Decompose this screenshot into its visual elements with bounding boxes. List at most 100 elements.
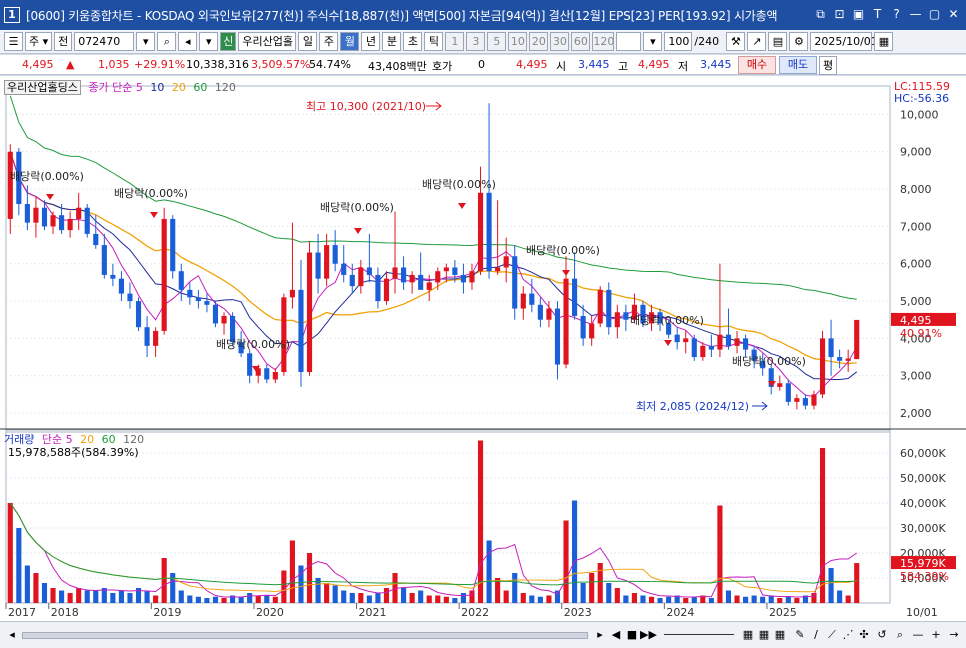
settings-icon[interactable]: ⚙ bbox=[789, 32, 809, 51]
candle-body bbox=[41, 207, 48, 227]
speaker-icon[interactable]: ◂ bbox=[178, 32, 198, 51]
grid2-icon[interactable]: ▦ bbox=[756, 627, 772, 643]
period-day[interactable]: 일 bbox=[298, 32, 318, 51]
period-week[interactable]: 주 bbox=[319, 32, 339, 51]
menu-icon[interactable]: ☰ bbox=[4, 32, 23, 51]
buy-button[interactable]: 매수 bbox=[738, 56, 776, 74]
stock-name[interactable]: 우리산업홀 bbox=[238, 32, 297, 51]
volume-bar bbox=[127, 593, 133, 603]
scroll-end-icon[interactable]: → bbox=[946, 627, 962, 643]
candle-body bbox=[392, 267, 398, 279]
dividend-annotation: 배당락(0.00%) bbox=[630, 314, 704, 327]
search-icon[interactable]: ⌕ bbox=[157, 32, 177, 51]
scroll-right-icon[interactable]: ▸ bbox=[592, 627, 608, 643]
calendar-icon[interactable]: ▦ bbox=[874, 32, 894, 51]
zoom-out-icon[interactable]: — bbox=[910, 627, 926, 643]
grid-icon[interactable]: ▦ bbox=[740, 627, 756, 643]
zoom-icon[interactable]: ⌕ bbox=[892, 627, 908, 643]
price-legend-name[interactable]: 우리산업홀딩스 bbox=[4, 80, 81, 95]
save-icon[interactable]: ▤ bbox=[768, 32, 788, 51]
interval-dropdown-icon[interactable]: ▾ bbox=[643, 32, 663, 51]
volume-bar bbox=[606, 583, 612, 603]
interval-3[interactable]: 3 bbox=[466, 32, 486, 51]
compare-icon[interactable]: ↗ bbox=[747, 32, 767, 51]
grid3-icon[interactable]: ▦ bbox=[772, 627, 788, 643]
play-back-icon[interactable]: ◀ bbox=[608, 627, 624, 643]
volume-bar bbox=[725, 590, 732, 603]
price-tick-label: 5,000 bbox=[900, 295, 932, 308]
maximize-button[interactable]: ▢ bbox=[926, 6, 943, 23]
chart-canvas[interactable]: 10,0009,0008,0007,0006,0005,0004,0003,00… bbox=[0, 76, 966, 621]
interval-30[interactable]: 30 bbox=[550, 32, 570, 51]
volume-bar bbox=[614, 588, 620, 603]
current-volume-axis-label: 15,979K bbox=[900, 557, 946, 570]
sell-button[interactable]: 매도 bbox=[779, 56, 817, 74]
volume-bar bbox=[837, 590, 843, 603]
period-month[interactable]: 월 bbox=[340, 32, 360, 51]
code-dropdown-icon[interactable]: ▾ bbox=[136, 32, 156, 51]
draw-icon[interactable]: ✎ bbox=[792, 627, 808, 643]
count-input[interactable]: 100 bbox=[664, 32, 693, 51]
candle-body bbox=[460, 274, 466, 283]
volume-bar bbox=[477, 440, 484, 603]
avg-button[interactable]: 평 bbox=[819, 56, 837, 75]
line-icon[interactable]: ∕ bbox=[808, 627, 824, 643]
interval-5[interactable]: 5 bbox=[487, 32, 507, 51]
interval-120[interactable]: 120 bbox=[592, 32, 615, 51]
volume-bar bbox=[409, 593, 415, 603]
text-icon[interactable]: T bbox=[869, 6, 886, 23]
fib-icon[interactable]: ⋰ bbox=[840, 627, 856, 643]
period-second[interactable]: 초 bbox=[403, 32, 423, 51]
stop-icon[interactable]: ■ bbox=[624, 627, 640, 643]
close-button[interactable]: ✕ bbox=[945, 6, 962, 23]
candle-body bbox=[76, 207, 82, 219]
candle-body bbox=[477, 192, 484, 272]
trend-icon[interactable]: ⟋ bbox=[824, 627, 840, 643]
candle-body bbox=[802, 398, 808, 406]
speaker-dropdown-icon[interactable]: ▾ bbox=[199, 32, 219, 51]
candle-body bbox=[452, 267, 458, 275]
candle-body bbox=[614, 312, 620, 328]
zoom-in-icon[interactable]: + bbox=[928, 627, 944, 643]
candle-body bbox=[383, 278, 390, 302]
interval-1[interactable]: 1 bbox=[445, 32, 465, 51]
chart-toolbar: ☰ 주 ▾ 전 072470 ▾ ⌕ ◂ ▾ 신 우리산업홀 일 주 월 년 분… bbox=[0, 30, 966, 54]
fast-forward-icon[interactable]: ▶▶ bbox=[640, 627, 657, 643]
scroll-left-icon[interactable]: ◂ bbox=[4, 627, 20, 643]
help-icon[interactable]: ? bbox=[888, 6, 905, 23]
candle-body bbox=[683, 338, 689, 343]
dividend-arrow-icon bbox=[354, 228, 362, 234]
volume-bar bbox=[59, 590, 65, 603]
reset-icon[interactable]: ↺ bbox=[874, 627, 890, 643]
volume-bar bbox=[743, 596, 749, 603]
interval-10[interactable]: 10 bbox=[508, 32, 528, 51]
stock-code-input[interactable]: 072470 bbox=[74, 32, 135, 51]
link-icon[interactable]: ⧉ bbox=[812, 6, 829, 23]
interval-60[interactable]: 60 bbox=[571, 32, 591, 51]
chart-area[interactable]: 10,000 9,000 8,000 7,000 6,000 5,000 4,000 3,00… bbox=[0, 76, 966, 621]
candle-body bbox=[623, 312, 629, 320]
candle-body bbox=[717, 334, 723, 350]
period-select[interactable]: 주 ▾ bbox=[25, 32, 53, 51]
period-year[interactable]: 년 bbox=[361, 32, 381, 51]
speed-slider[interactable] bbox=[664, 634, 734, 635]
period-tick[interactable]: 틱 bbox=[424, 32, 444, 51]
volume-tick-label: 30,000K bbox=[900, 522, 946, 535]
interval-input[interactable] bbox=[616, 32, 642, 51]
restore-view-icon[interactable]: ⊡ bbox=[831, 6, 848, 23]
cross-icon[interactable]: ✣ bbox=[856, 627, 872, 643]
volume-tick-label: 60,000K bbox=[900, 447, 946, 460]
minimize-button[interactable]: — bbox=[907, 6, 924, 23]
scrollbar-track[interactable] bbox=[22, 632, 588, 639]
prev-button[interactable]: 전 bbox=[54, 32, 73, 51]
date-input[interactable]: 2025/10/01 bbox=[810, 32, 878, 51]
volume-bar bbox=[486, 540, 492, 603]
period-minute[interactable]: 분 bbox=[382, 32, 402, 51]
volume-bar bbox=[418, 590, 424, 603]
candle-body bbox=[7, 151, 13, 219]
candle-body bbox=[589, 323, 595, 339]
tools-icon[interactable]: ⚒ bbox=[726, 32, 746, 51]
screen-icon[interactable]: ▣ bbox=[850, 6, 867, 23]
candle-body bbox=[332, 245, 338, 264]
interval-20[interactable]: 20 bbox=[529, 32, 549, 51]
